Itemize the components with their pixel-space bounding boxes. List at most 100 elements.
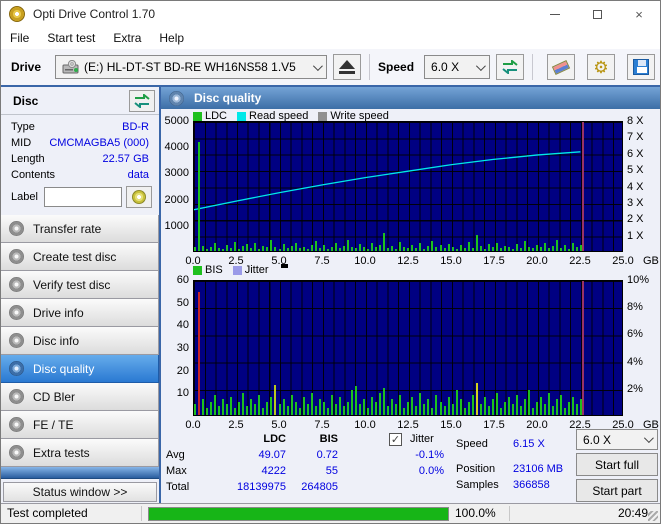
data-bar — [319, 248, 321, 251]
quality-speed-select[interactable]: 6.0 X — [576, 429, 658, 450]
status-window-button[interactable]: Status window >> — [3, 482, 157, 502]
data-bar — [291, 395, 293, 415]
sidebar-item-fe-te[interactable]: FE / TE — [1, 411, 159, 439]
eject-button[interactable] — [333, 54, 361, 80]
sidebar-item-create-test-disc[interactable]: Create test disc — [1, 243, 159, 271]
disc-length-value: 22.57 GB — [103, 153, 149, 165]
data-bar — [323, 245, 325, 251]
data-bar — [198, 142, 200, 251]
data-bar — [415, 406, 417, 415]
menu-extra[interactable]: Extra — [104, 31, 150, 45]
data-bar — [379, 245, 381, 251]
data-bar — [359, 404, 361, 415]
data-bar — [234, 408, 236, 415]
data-bar — [431, 408, 433, 415]
axis-tick-label: 1000 — [161, 220, 189, 232]
axis-tick-label: 2 X — [627, 213, 644, 225]
disc-label-input[interactable] — [44, 187, 122, 207]
data-bar — [419, 243, 421, 251]
data-bar — [295, 402, 297, 415]
menu-start-test[interactable]: Start test — [38, 31, 104, 45]
axis-tick-label: 8% — [627, 301, 643, 313]
data-bar — [226, 404, 228, 415]
data-bar — [516, 395, 518, 415]
erase-disc-button[interactable] — [547, 54, 575, 80]
speed-select[interactable]: 6.0 X — [424, 55, 490, 79]
disc-refresh-button[interactable] — [129, 90, 155, 112]
cd-icon — [169, 91, 184, 106]
data-bar — [504, 246, 506, 251]
start-part-button[interactable]: Start part — [576, 479, 658, 502]
data-bar — [202, 399, 204, 415]
start-full-button[interactable]: Start full — [576, 453, 658, 476]
app-icon — [9, 6, 25, 22]
read-speed-line — [194, 122, 622, 251]
data-bar — [379, 393, 381, 415]
save-button[interactable] — [627, 54, 655, 80]
data-bar — [572, 243, 574, 252]
x-tick-label: 7.5 — [314, 255, 329, 267]
settings-button[interactable]: ⚙ — [587, 54, 615, 80]
disc-length-label: Length — [11, 153, 45, 165]
data-bar — [270, 240, 272, 251]
axis-tick-label: 60 — [161, 274, 189, 286]
data-bar — [472, 248, 474, 251]
cd-icon — [9, 389, 24, 404]
data-bar — [419, 393, 421, 415]
chevron-down-icon — [476, 61, 486, 71]
data-bar — [544, 243, 546, 251]
max-jitter: 0.0% — [384, 465, 444, 477]
maximize-button[interactable] — [576, 1, 618, 27]
data-bar — [266, 247, 268, 251]
sidebar-item-verify-test-disc[interactable]: Verify test disc — [1, 271, 159, 299]
jitter-checkbox[interactable]: ✓ — [389, 433, 402, 446]
sidebar-item-extra-tests[interactable]: Extra tests — [1, 439, 159, 467]
sidebar-item-cd-bler[interactable]: CD Bler — [1, 383, 159, 411]
data-bar — [371, 397, 373, 415]
data-bar — [472, 395, 474, 415]
data-bar — [444, 406, 446, 415]
data-bar — [218, 406, 220, 415]
data-bar — [343, 246, 345, 251]
disc-quality-header: Disc quality — [161, 87, 660, 109]
data-bar — [476, 235, 478, 251]
position-readout-label: Position — [456, 463, 495, 475]
data-bar — [287, 248, 289, 251]
menu-file[interactable]: File — [1, 31, 38, 45]
data-bar — [327, 408, 329, 415]
refresh-button[interactable] — [496, 54, 524, 80]
axis-tick-label: 7 X — [627, 131, 644, 143]
x-tick-label: 12.5 — [397, 255, 418, 267]
cd-icon — [9, 249, 24, 264]
data-bar — [335, 404, 337, 415]
data-bar — [427, 246, 429, 251]
data-bar — [274, 385, 276, 415]
data-bar — [540, 247, 542, 251]
close-button[interactable]: × — [618, 1, 660, 27]
resize-grip[interactable] — [648, 511, 658, 521]
cd-icon — [9, 417, 24, 432]
data-bar — [548, 248, 550, 251]
refresh-arrows-icon — [502, 60, 518, 74]
data-bar — [279, 249, 281, 251]
drive-select[interactable]: (E:) HL-DT-ST BD-RE WH16NS58 1.V5 — [55, 55, 327, 79]
menu-help[interactable]: Help — [150, 31, 193, 45]
data-bar — [560, 248, 562, 251]
sidebar-item-transfer-rate[interactable]: Transfer rate — [1, 215, 159, 243]
title-bar: Opti Drive Control 1.70 × — [1, 1, 660, 27]
sidebar-item-label: Transfer rate — [33, 222, 101, 236]
data-bar — [423, 249, 425, 251]
sidebar-item-disc-quality[interactable]: Disc quality — [1, 355, 159, 383]
disc-label-button[interactable] — [126, 186, 152, 208]
data-bar — [214, 395, 216, 415]
data-bar — [411, 397, 413, 415]
data-bar — [351, 247, 353, 251]
data-bar — [210, 402, 212, 415]
sidebar-item-label: Extra tests — [33, 446, 90, 460]
sidebar-item-disc-info[interactable]: Disc info — [1, 327, 159, 355]
data-bar — [375, 247, 377, 251]
minimize-button[interactable] — [534, 1, 576, 27]
disc-label-label: Label — [11, 191, 38, 203]
sidebar-item-drive-info[interactable]: Drive info — [1, 299, 159, 327]
data-bar — [214, 243, 216, 251]
